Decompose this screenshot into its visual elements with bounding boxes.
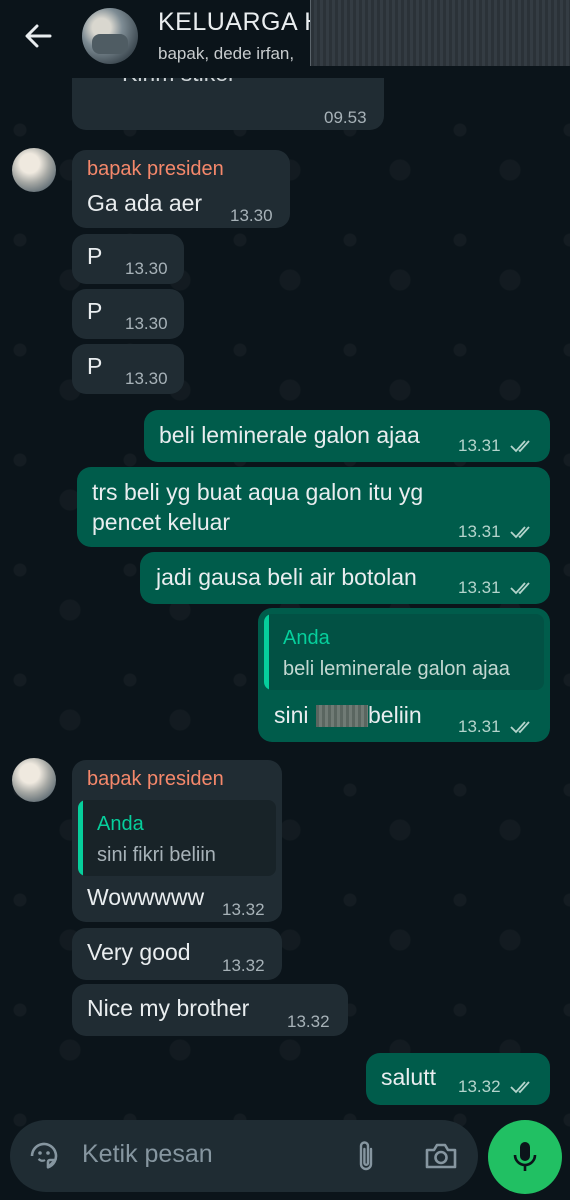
chat-background: Kirim stiker 09.53 bapak presiden Ga ada…: [0, 0, 570, 1200]
message-text-end: beliin: [368, 702, 422, 728]
message-bubble-outgoing[interactable]: salutt 13.32: [366, 1053, 550, 1105]
message-text-start: sini: [274, 702, 309, 728]
back-button[interactable]: [18, 16, 58, 56]
message-bubble-incoming[interactable]: P 13.30: [72, 234, 184, 284]
message-time: 13.31: [458, 436, 501, 455]
double-check-icon: [510, 526, 530, 539]
message-bubble-incoming[interactable]: bapak presiden Ga ada aer 13.30: [72, 150, 290, 228]
attach-button[interactable]: [348, 1138, 384, 1174]
quote-bar: [264, 614, 269, 690]
sticker-icon: [30, 1142, 58, 1169]
quote-text: sini fikri beliin: [97, 844, 216, 866]
message-time: 09.53: [324, 108, 367, 127]
message-bubble-outgoing[interactable]: jadi gausa beli air botolan 13.31: [140, 552, 550, 604]
sender-avatar[interactable]: [12, 758, 56, 802]
group-avatar[interactable]: [82, 8, 138, 64]
message-time: 13.30: [125, 369, 168, 388]
sender-name[interactable]: bapak presiden: [87, 768, 224, 791]
chat-header[interactable]: KELUARGA H bapak, dede irfan,: [0, 0, 570, 78]
message-time: 13.30: [230, 206, 273, 225]
voice-record-button[interactable]: [488, 1120, 562, 1194]
message-bubble-outgoing[interactable]: Anda beli leminerale galon ajaa sini bel…: [258, 608, 550, 742]
redaction-blur: [310, 0, 570, 66]
message-time: 13.30: [125, 259, 168, 278]
message-text: P: [87, 353, 103, 379]
message-time: 13.32: [458, 1077, 501, 1096]
reply-quote[interactable]: Anda sini fikri beliin: [78, 800, 276, 876]
message-time: 13.32: [287, 1012, 330, 1031]
message-text: salutt: [381, 1064, 436, 1090]
double-check-icon: [510, 1081, 530, 1094]
message-text: P: [87, 243, 103, 269]
message-text: P: [87, 298, 103, 324]
message-bubble-outgoing[interactable]: trs beli yg buat aqua galon itu yg pence…: [77, 467, 550, 547]
microphone-icon: [513, 1142, 537, 1171]
camera-icon: [425, 1143, 457, 1169]
message-composer[interactable]: Ketik pesan: [10, 1120, 478, 1192]
chat-participants[interactable]: bapak, dede irfan,: [158, 44, 294, 64]
message-bubble-incoming[interactable]: bapak presiden Anda sini fikri beliin Wo…: [72, 760, 282, 922]
sender-name[interactable]: bapak presiden: [87, 158, 224, 181]
message-text-line: trs beli yg buat aqua galon itu yg: [92, 479, 424, 505]
message-bubble-incoming[interactable]: P 13.30: [72, 344, 184, 394]
sender-avatar[interactable]: [12, 148, 56, 192]
message-text: beli leminerale galon ajaa: [159, 422, 420, 448]
message-time: 13.32: [222, 900, 265, 919]
paperclip-icon: [359, 1141, 373, 1171]
message-time: 13.32: [222, 956, 265, 975]
quote-sender: Anda: [283, 627, 330, 649]
double-check-icon: [510, 582, 530, 595]
message-bubble-incoming[interactable]: Very good 13.32: [72, 928, 282, 980]
message-text: jadi gausa beli air botolan: [156, 564, 417, 590]
reply-quote[interactable]: Anda beli leminerale galon ajaa: [264, 614, 544, 690]
message-text: Nice my brother: [87, 995, 250, 1021]
message-time: 13.30: [125, 314, 168, 333]
camera-button[interactable]: [422, 1138, 460, 1174]
arrow-left-icon: [25, 24, 52, 48]
message-time: 13.31: [458, 522, 501, 541]
quote-sender: Anda: [97, 813, 144, 835]
chat-title[interactable]: KELUARGA H: [158, 8, 323, 37]
sticker-button[interactable]: [26, 1138, 62, 1174]
message-text: Wowwwww: [87, 884, 205, 910]
quote-bar: [78, 800, 83, 876]
quote-text: beli leminerale galon ajaa: [283, 658, 510, 680]
double-check-icon: [510, 721, 530, 734]
message-text-line: pencet keluar: [92, 509, 231, 535]
message-text: Ga ada aer: [87, 190, 203, 216]
message-text: Very good: [87, 939, 191, 965]
redaction-blur: [316, 705, 368, 727]
message-time: 13.31: [458, 578, 501, 597]
message-bubble-incoming[interactable]: P 13.30: [72, 289, 184, 339]
message-time: 13.31: [458, 717, 501, 736]
message-bubble-incoming[interactable]: Nice my brother 13.32: [72, 984, 348, 1036]
double-check-icon: [510, 440, 530, 453]
message-input[interactable]: Ketik pesan: [82, 1140, 213, 1169]
message-bubble-outgoing[interactable]: beli leminerale galon ajaa 13.31: [144, 410, 550, 462]
